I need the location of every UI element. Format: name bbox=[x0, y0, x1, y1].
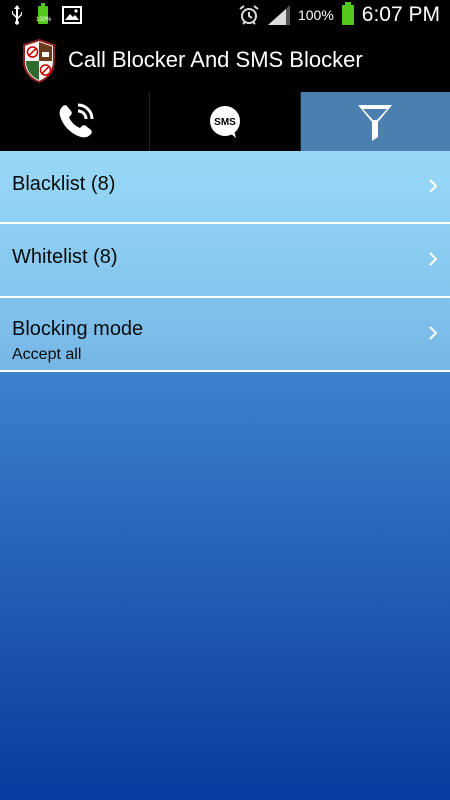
phone-ringing-icon bbox=[59, 103, 94, 137]
signal-icon bbox=[267, 5, 290, 25]
status-bar-left: 100% bbox=[10, 3, 82, 26]
chevron-right-icon bbox=[429, 326, 438, 340]
battery-small-label: 100% bbox=[36, 17, 52, 23]
settings-list: Blacklist (8) Whitelist (8) Blocking mod… bbox=[0, 151, 450, 372]
list-item-subtitle: Accept all bbox=[12, 346, 82, 363]
list-item-blocking-mode[interactable]: Blocking mode Accept all bbox=[0, 298, 450, 372]
battery-percent: 100% bbox=[297, 7, 334, 23]
charging-battery-icon: 100% bbox=[36, 3, 51, 24]
usb-icon bbox=[12, 5, 22, 25]
app-title: Call Blocker And SMS Blocker bbox=[68, 47, 363, 72]
sms-label: SMS bbox=[214, 117, 236, 128]
tab-calls[interactable] bbox=[0, 92, 151, 151]
battery-icon bbox=[341, 2, 354, 25]
clock: 6:07 PM bbox=[361, 3, 440, 26]
tab-filter[interactable] bbox=[300, 92, 450, 151]
chevron-right-icon bbox=[429, 252, 438, 266]
list-item-title: Blacklist (8) bbox=[12, 173, 116, 195]
status-bar-right: 100% 6:07 PM bbox=[238, 0, 440, 30]
list-item-blacklist[interactable]: Blacklist (8) bbox=[0, 151, 450, 224]
tab-sms[interactable]: SMS bbox=[150, 92, 301, 151]
sms-bubble-icon: SMS bbox=[209, 105, 240, 138]
alarm-icon bbox=[239, 5, 259, 25]
list-item-title: Whitelist (8) bbox=[12, 246, 118, 268]
list-item-whitelist[interactable]: Whitelist (8) bbox=[0, 224, 450, 298]
tab-bar: SMS bbox=[0, 92, 450, 151]
chevron-right-icon bbox=[429, 179, 438, 193]
filter-funnel-icon bbox=[358, 104, 393, 141]
status-bar: 100% 100% 6:07 PM bbox=[0, 0, 450, 30]
action-bar: Call Blocker And SMS Blocker bbox=[0, 30, 450, 92]
image-icon bbox=[62, 6, 82, 24]
list-item-title: Blocking mode bbox=[12, 318, 144, 340]
shield-logo-icon[interactable] bbox=[22, 39, 56, 83]
